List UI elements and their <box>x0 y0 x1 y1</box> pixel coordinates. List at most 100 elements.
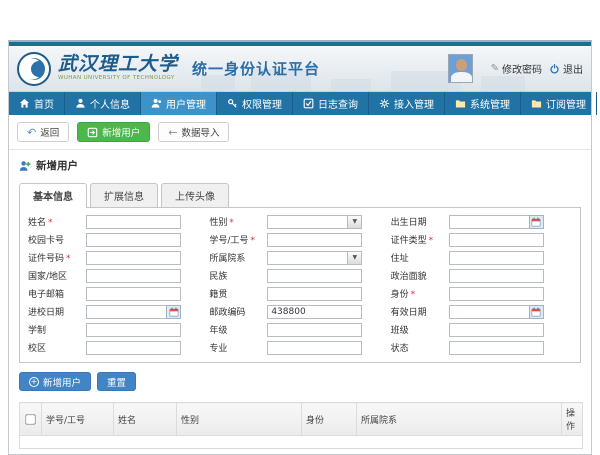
select-all-header <box>20 403 42 436</box>
id-type-input[interactable] <box>449 233 544 247</box>
gender-select[interactable] <box>267 215 347 229</box>
folder-icon <box>531 98 542 109</box>
col-operation: 操作 <box>562 403 583 436</box>
ethnicity-input[interactable] <box>267 269 362 283</box>
form-field-birth-date: 出生日期 <box>391 214 572 229</box>
student-id-input[interactable] <box>267 233 362 247</box>
nav-item-log-query[interactable]: 日志查询 <box>293 92 369 115</box>
university-name-cn: 武汉理工大学 <box>58 55 178 74</box>
enroll-date-input[interactable] <box>86 305 166 319</box>
nav-item-access-management[interactable]: 接入管理 <box>369 92 445 115</box>
add-user-label: 新增用户 <box>102 125 140 139</box>
gear-icon <box>379 98 390 109</box>
section-title-row: 新增用户 <box>9 150 591 175</box>
nav-item-home[interactable]: 首页 <box>9 92 65 115</box>
field-label: 姓名 <box>28 218 46 228</box>
tab-upload-photo[interactable]: 上传头像 <box>161 183 229 207</box>
select-all-checkbox[interactable] <box>25 414 35 424</box>
form-field-campus: 校区 <box>28 340 209 355</box>
form-field-native-place: 籍贯 <box>209 286 390 301</box>
nav-label: 个人信息 <box>90 96 130 111</box>
nav-item-subscription-management[interactable]: 订阅管理 <box>521 92 597 115</box>
change-password-link[interactable]: ✎ 修改密码 <box>491 61 542 76</box>
content-area: ↶ 返回 新增用户 ← 数据导入 新增用户 基本信息 扩 <box>9 115 591 454</box>
form-field-name: 姓名* <box>28 214 209 229</box>
nav-label: 日志查询 <box>318 96 358 111</box>
major-input[interactable] <box>267 341 362 355</box>
calendar-icon[interactable] <box>529 215 544 229</box>
avatar-head-shape <box>456 59 467 71</box>
add-user-icon <box>87 127 98 138</box>
table-header-row: 学号/工号 姓名 性别 身份 所属院系 操作 <box>20 403 583 436</box>
grade-input[interactable] <box>267 323 362 337</box>
reset-label: 重置 <box>107 375 126 389</box>
native-place-input[interactable] <box>267 287 362 301</box>
form-field-schooling-length: 学制 <box>28 322 209 337</box>
chevron-down-icon[interactable]: ▼ <box>347 251 362 265</box>
chevron-down-icon[interactable]: ▼ <box>347 215 362 229</box>
tab-basic-info[interactable]: 基本信息 <box>19 183 87 208</box>
field-label: 民族 <box>209 272 227 282</box>
data-import-button[interactable]: ← 数据导入 <box>158 122 229 142</box>
nav-label: 接入管理 <box>394 96 434 111</box>
form-field-department: 所属院系 ▼ <box>209 250 390 265</box>
key-icon <box>227 98 238 109</box>
form-field-grade: 年级 <box>209 322 390 337</box>
nav-label: 权限管理 <box>242 96 282 111</box>
calendar-icon[interactable] <box>529 305 544 319</box>
calendar-icon[interactable] <box>166 305 181 319</box>
name-input[interactable] <box>86 215 181 229</box>
empty-row <box>20 436 583 449</box>
basic-info-form: 姓名* 性别* ▼ 出生日期 校园卡号 学号/工号* <box>19 207 581 363</box>
nav-item-user-management[interactable]: 用户管理 <box>141 92 217 115</box>
nav-item-personal-info[interactable]: 个人信息 <box>65 92 141 115</box>
field-label: 班级 <box>391 326 409 336</box>
birth-date-input[interactable] <box>449 215 529 229</box>
department-select[interactable] <box>267 251 347 265</box>
form-field-country: 国家/地区 <box>28 268 209 283</box>
class-input[interactable] <box>449 323 544 337</box>
form-field-gender: 性别* ▼ <box>209 214 390 229</box>
nav-item-permissions[interactable]: 权限管理 <box>217 92 293 115</box>
logout-label: 退出 <box>563 61 583 76</box>
field-label: 学制 <box>28 326 46 336</box>
avatar-shirt-shape <box>451 72 472 83</box>
field-label: 国家/地区 <box>28 272 67 282</box>
form-field-id-type: 证件类型* <box>391 232 572 247</box>
col-student-id: 学号/工号 <box>42 403 114 436</box>
form-field-student-id: 学号/工号* <box>209 232 390 247</box>
user-avatar[interactable] <box>448 54 473 83</box>
email-input[interactable] <box>86 287 181 301</box>
valid-date-input[interactable] <box>449 305 529 319</box>
required-marker: * <box>229 218 234 228</box>
country-input[interactable] <box>86 269 181 283</box>
political-status-input[interactable] <box>449 269 544 283</box>
address-input[interactable] <box>449 251 544 265</box>
submit-add-user-label: 新增用户 <box>43 375 81 389</box>
logout-link[interactable]: 退出 <box>549 61 583 76</box>
status-input[interactable] <box>449 341 544 355</box>
field-label: 有效日期 <box>391 308 427 318</box>
field-label: 邮政编码 <box>209 308 245 318</box>
required-marker: * <box>250 236 255 246</box>
add-user-toolbar-button[interactable]: 新增用户 <box>77 122 150 142</box>
form-field-status: 状态 <box>391 340 572 355</box>
form-field-identity: 身份* <box>391 286 572 301</box>
back-label: 返回 <box>40 125 59 139</box>
users-icon <box>151 98 162 109</box>
field-label: 状态 <box>391 344 409 354</box>
back-button[interactable]: ↶ 返回 <box>17 122 69 142</box>
empty-table-body <box>20 436 583 449</box>
nav-item-system-management[interactable]: 系统管理 <box>445 92 521 115</box>
reset-button[interactable]: 重置 <box>97 372 136 391</box>
campus-card-input[interactable] <box>86 233 181 247</box>
campus-input[interactable] <box>86 341 181 355</box>
submit-add-user-button[interactable]: + 新增用户 <box>19 372 91 391</box>
import-label: 数据导入 <box>181 125 219 139</box>
postal-code-input[interactable] <box>267 305 362 319</box>
field-label: 年级 <box>209 326 227 336</box>
identity-input[interactable] <box>449 287 544 301</box>
schooling-length-input[interactable] <box>86 323 181 337</box>
tab-extended-info[interactable]: 扩展信息 <box>90 183 158 207</box>
id-number-input[interactable] <box>86 251 181 265</box>
